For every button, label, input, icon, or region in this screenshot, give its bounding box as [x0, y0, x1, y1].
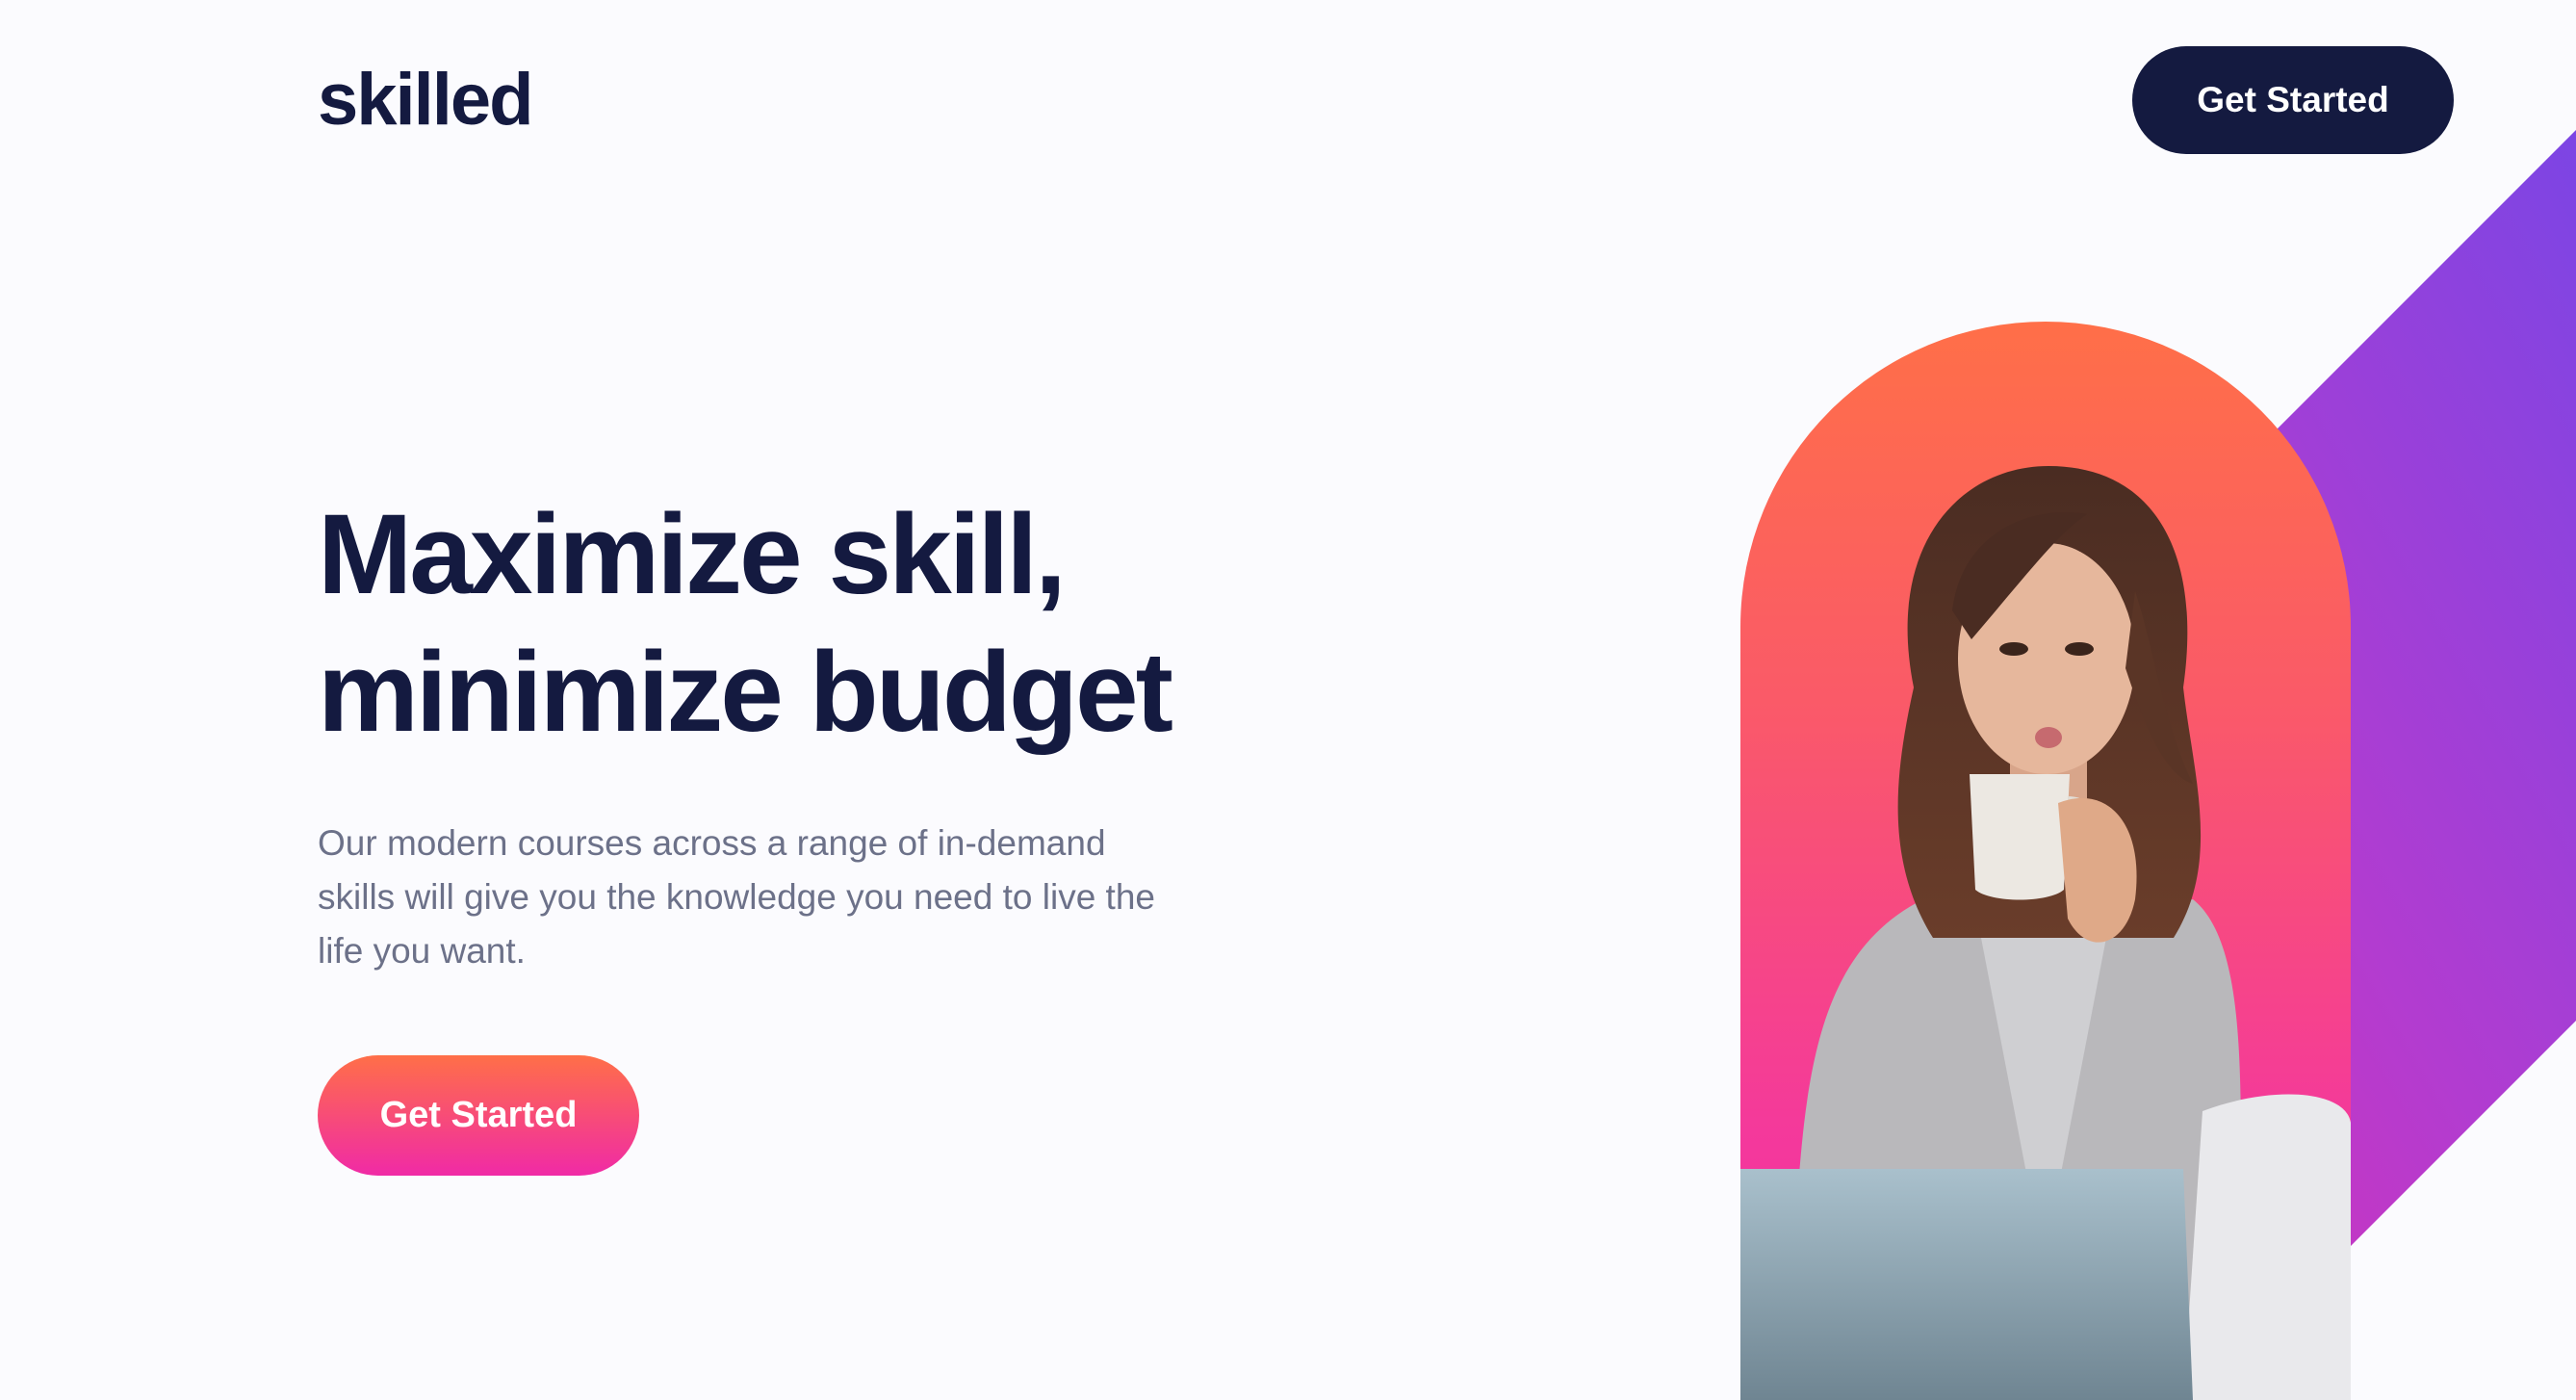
- hero-headline: Maximize skill, minimize budget: [318, 486, 1261, 762]
- brand-logo[interactable]: skilled: [318, 58, 534, 142]
- hero-image-frame: [1740, 322, 2351, 1400]
- woman-drinking-coffee-image: [1740, 466, 2351, 1400]
- hero-get-started-button[interactable]: Get Started: [318, 1055, 639, 1176]
- hero-description: Our modern courses across a range of in-…: [318, 823, 1155, 971]
- headline-line-2: minimize budget: [318, 629, 1173, 756]
- landing-page: skilled Get Started Maximize skill, mini…: [0, 0, 2576, 1400]
- headline-line-1: Maximize skill,: [318, 491, 1067, 618]
- header-get-started-button[interactable]: Get Started: [2132, 46, 2454, 154]
